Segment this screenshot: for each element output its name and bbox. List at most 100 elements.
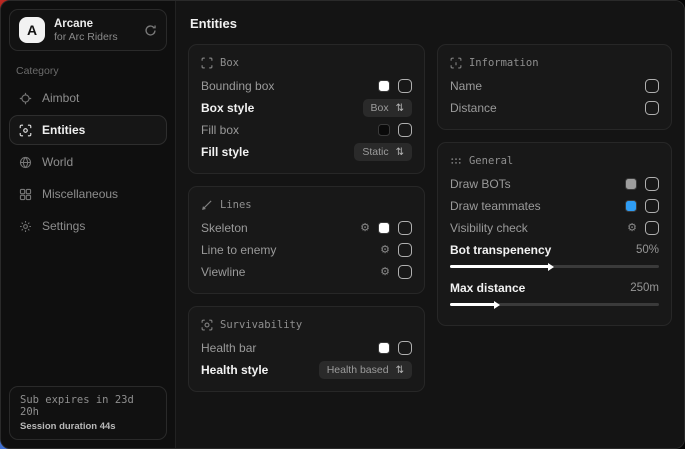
color-swatch[interactable]	[378, 80, 390, 92]
row-config-gear-icon[interactable]: ⚙	[627, 223, 637, 234]
checkbox[interactable]	[645, 199, 659, 213]
sub-expires-text: Sub expires in 23d 20h	[20, 394, 156, 418]
setting-label: Max distance	[450, 281, 525, 295]
app-avatar: A	[19, 17, 45, 43]
sidebar-item-label: Aimbot	[42, 91, 79, 105]
app-subtitle: for Arc Riders	[54, 31, 144, 43]
info-scan-icon	[450, 57, 462, 69]
setting-label: Bot transpenency	[450, 243, 551, 257]
color-swatch[interactable]	[625, 200, 637, 212]
setting-row-skeleton: Skeleton ⚙	[201, 217, 412, 239]
checkbox[interactable]	[645, 177, 659, 191]
health-style-select[interactable]: Health based ⇅	[319, 361, 412, 379]
sort-arrows-icon: ⇅	[396, 365, 404, 376]
row-config-gear-icon[interactable]: ⚙	[360, 223, 370, 234]
slider-thumb[interactable]	[548, 263, 554, 271]
brand-card: A Arcane for Arc Riders	[9, 9, 167, 51]
sidebar-item-entities[interactable]: Entities	[9, 115, 167, 145]
sidebar-item-label: Settings	[42, 219, 85, 233]
sidebar-item-settings[interactable]: Settings	[9, 211, 167, 241]
row-config-gear-icon[interactable]: ⚙	[380, 267, 390, 278]
panel-title: Box	[220, 57, 239, 69]
setting-row-fill-box: Fill box	[201, 119, 412, 141]
setting-row-draw-bots: Draw BOTs	[450, 173, 659, 195]
session-duration-text: Session duration 44s	[20, 421, 156, 432]
setting-label: Health style	[201, 363, 268, 377]
setting-row-health-style: Health style Health based ⇅	[201, 359, 412, 381]
setting-label: Health bar	[201, 341, 256, 355]
subscription-card: Sub expires in 23d 20h Session duration …	[9, 386, 167, 440]
checkbox[interactable]	[398, 79, 412, 93]
setting-label: Draw BOTs	[450, 177, 511, 191]
panel-title: Lines	[220, 199, 252, 211]
setting-row-health-bar: Health bar	[201, 337, 412, 359]
setting-row-bounding-box: Bounding box	[201, 75, 412, 97]
slider-thumb[interactable]	[494, 301, 500, 309]
checkbox[interactable]	[398, 341, 412, 355]
setting-row-fill-style: Fill style Static ⇅	[201, 141, 412, 163]
dots-grid-icon	[450, 155, 462, 167]
row-config-gear-icon[interactable]: ⚙	[380, 245, 390, 256]
select-value: Box	[371, 102, 389, 114]
setting-label: Viewline	[201, 265, 245, 279]
sidebar-item-world[interactable]: World	[9, 147, 167, 177]
max-distance-slider[interactable]	[450, 303, 659, 306]
setting-row-draw-teammates: Draw teammates	[450, 195, 659, 217]
panel-general: General Draw BOTs Draw teammates	[437, 142, 672, 326]
slider-fill	[450, 265, 550, 268]
diagonal-line-icon	[201, 199, 213, 211]
panel-title: Information	[469, 57, 539, 69]
entities-scan-icon	[19, 124, 32, 137]
app-title: Arcane	[54, 18, 144, 30]
setting-row-name: Name	[450, 75, 659, 97]
grid-icon	[19, 188, 32, 201]
panel-information: Information Name Distance	[437, 44, 672, 130]
globe-icon	[19, 156, 32, 169]
color-swatch[interactable]	[378, 222, 390, 234]
panel-lines: Lines Skeleton ⚙ Line to enemy	[188, 186, 425, 294]
setting-label: Draw teammates	[450, 199, 541, 213]
setting-label: Box style	[201, 101, 254, 115]
slider-value: 250m	[630, 282, 659, 294]
sidebar: A Arcane for Arc Riders Category Ai	[1, 1, 176, 448]
setting-row-max-distance: Max distance 250m	[450, 277, 659, 299]
setting-row-distance: Distance	[450, 97, 659, 119]
checkbox[interactable]	[398, 221, 412, 235]
setting-label: Name	[450, 79, 482, 93]
page-title: Entities	[190, 16, 672, 31]
setting-row-line-to-enemy: Line to enemy ⚙	[201, 239, 412, 261]
desktop-background: A Arcane for Arc Riders Category Ai	[0, 0, 685, 449]
sidebar-item-miscellaneous[interactable]: Miscellaneous	[9, 179, 167, 209]
setting-label: Bounding box	[201, 79, 274, 93]
checkbox[interactable]	[398, 265, 412, 279]
color-swatch[interactable]	[378, 124, 390, 136]
scan-corners-icon	[201, 57, 213, 69]
select-value: Health based	[327, 364, 389, 376]
fill-style-select[interactable]: Static ⇅	[354, 143, 412, 161]
sync-icon[interactable]	[144, 24, 157, 37]
color-swatch[interactable]	[625, 178, 637, 190]
setting-row-visibility-check: Visibility check ⚙	[450, 217, 659, 239]
setting-row-box-style: Box style Box ⇅	[201, 97, 412, 119]
slider-value: 50%	[636, 244, 659, 256]
color-swatch[interactable]	[378, 342, 390, 354]
checkbox[interactable]	[645, 79, 659, 93]
checkbox[interactable]	[398, 123, 412, 137]
checkbox[interactable]	[645, 101, 659, 115]
bot-transparency-slider[interactable]	[450, 265, 659, 268]
setting-label: Skeleton	[201, 221, 248, 235]
panel-title: Survivability	[220, 319, 302, 331]
sidebar-item-aimbot[interactable]: Aimbot	[9, 83, 167, 113]
sidebar-item-label: Miscellaneous	[42, 187, 118, 201]
setting-label: Fill style	[201, 145, 249, 159]
checkbox[interactable]	[645, 221, 659, 235]
checkbox[interactable]	[398, 243, 412, 257]
brand-text: Arcane for Arc Riders	[54, 18, 144, 43]
arcane-window: A Arcane for Arc Riders Category Ai	[0, 0, 685, 449]
panel-box: Box Bounding box Box style	[188, 44, 425, 174]
gear-icon	[19, 220, 32, 233]
box-style-select[interactable]: Box ⇅	[363, 99, 412, 117]
panel-title: General	[469, 155, 513, 167]
setting-label: Visibility check	[450, 221, 528, 235]
crosshair-icon	[19, 92, 32, 105]
